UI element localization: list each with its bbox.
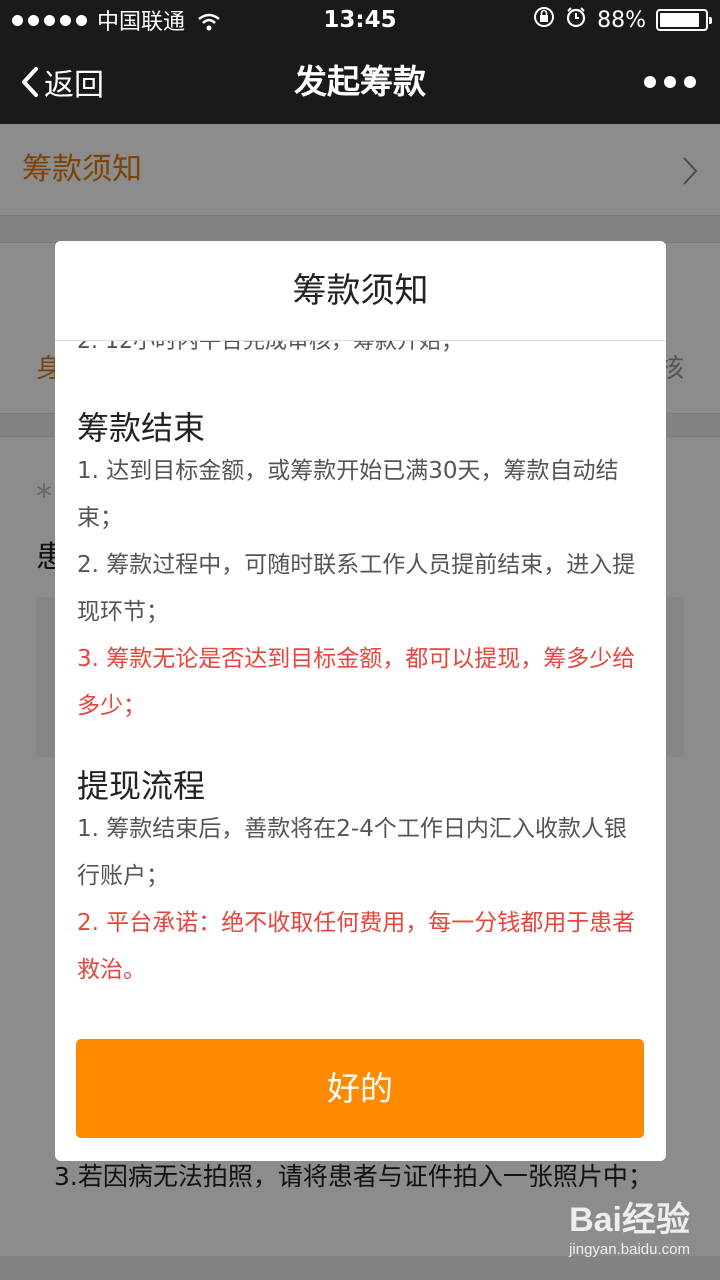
battery-icon bbox=[656, 9, 712, 31]
modal-content[interactable]: 2. 12小时内平台完成审核，筹款开始； 筹款结束 1. 达到目标金额，或筹款开… bbox=[77, 341, 647, 1021]
withdraw-item-2: 2. 平台承诺：绝不收取任何费用，每一分钱都用于患者救治。 bbox=[77, 910, 636, 983]
watermark: Bai经验 jingyan.baidu.com bbox=[569, 1192, 690, 1258]
section-withdraw-title: 提现流程 bbox=[77, 767, 206, 805]
cut-off-line: 2. 12小时内平台完成审核，筹款开始； bbox=[77, 341, 463, 354]
page-title: 发起筹款 bbox=[294, 62, 426, 101]
watermark-logo: Bai经验 bbox=[569, 1201, 690, 1239]
end-item-1: 1. 达到目标金额，或筹款开始已满30天，筹款自动结束； bbox=[77, 458, 619, 531]
watermark-url: jingyan.baidu.com bbox=[569, 1241, 690, 1258]
more-options-icon[interactable] bbox=[644, 40, 696, 124]
end-item-2: 2. 筹款过程中，可随时联系工作人员提前结束，进入提现环节； bbox=[77, 552, 636, 625]
modal-title: 筹款须知 bbox=[55, 241, 666, 341]
end-item-3: 3. 筹款无论是否达到目标金额，都可以提现，筹多少给多少； bbox=[77, 646, 636, 719]
clock: 13:45 bbox=[323, 7, 397, 33]
notice-modal: 筹款须知 2. 12小时内平台完成审核，筹款开始； 筹款结束 1. 达到目标金额… bbox=[55, 241, 666, 1161]
nav-bar: 返回 发起筹款 bbox=[0, 40, 720, 124]
ok-button[interactable]: 好的 bbox=[76, 1039, 644, 1138]
section-end-title: 筹款结束 bbox=[77, 409, 206, 447]
withdraw-item-1: 1. 筹款结束后，善款将在2-4个工作日内汇入收款人银行账户； bbox=[77, 816, 627, 889]
status-bar: 中国联通 13:45 88% bbox=[0, 0, 720, 40]
